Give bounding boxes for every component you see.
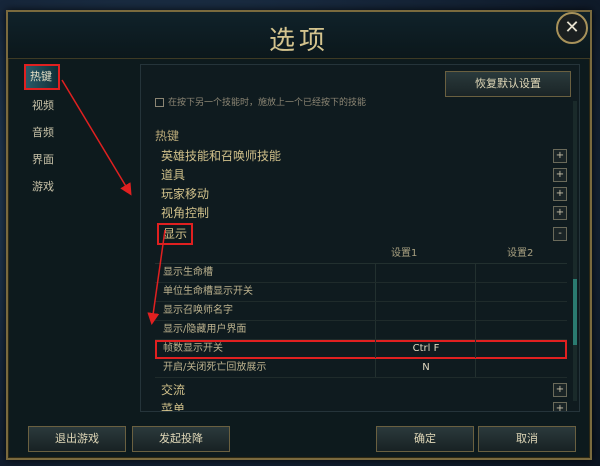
hotkey-binding-2[interactable] bbox=[475, 283, 568, 301]
hotkey-label: 显示生命槽 bbox=[163, 267, 213, 278]
column-header: 设置1 bbox=[391, 248, 418, 259]
restore-defaults-button[interactable]: 恢复默认设置 bbox=[445, 71, 571, 97]
group-label: 视角控制 bbox=[161, 206, 210, 220]
quickcast-note[interactable]: 在按下另一个技能时，施放上一个已经按下的技能 bbox=[155, 95, 366, 108]
hotkey-label: 单位生命槽显示开关 bbox=[163, 286, 253, 297]
hotkey-binding-1[interactable] bbox=[375, 283, 476, 301]
hotkey-label: 开启/关闭死亡回放展示 bbox=[163, 362, 267, 373]
scrollbar[interactable] bbox=[573, 101, 577, 401]
group-player-movement[interactable]: 玩家移动 + bbox=[155, 185, 567, 203]
hotkey-binding-2[interactable] bbox=[475, 359, 568, 377]
cancel-button[interactable]: 取消 bbox=[478, 426, 576, 452]
section-title: 热键 bbox=[155, 129, 180, 143]
group-label: 菜单 bbox=[161, 402, 186, 412]
hotkey-binding-1[interactable] bbox=[375, 302, 476, 320]
table-row: 单位生命槽显示开关 bbox=[155, 283, 567, 302]
hotkey-label: 显示/隐藏用户界面 bbox=[163, 324, 247, 335]
table-row-fps-toggle: 帧数显示开关 Ctrl F bbox=[155, 340, 567, 359]
hotkey-binding-2[interactable] bbox=[475, 340, 568, 358]
hotkey-binding-1[interactable] bbox=[375, 264, 476, 282]
close-button[interactable]: ✕ bbox=[556, 12, 588, 44]
sidebar-item-label: 游戏 bbox=[32, 180, 54, 193]
hotkey-label: 帧数显示开关 bbox=[163, 343, 223, 354]
hotkey-binding-1[interactable] bbox=[375, 321, 476, 339]
sidebar-item-label: 热键 bbox=[30, 70, 52, 83]
group-items[interactable]: 道具 + bbox=[155, 166, 567, 184]
sidebar-item-video[interactable]: 视频 bbox=[22, 95, 132, 117]
group-label: 道具 bbox=[161, 168, 186, 182]
hotkey-binding-2[interactable] bbox=[475, 264, 568, 282]
group-display[interactable]: 显示 - bbox=[155, 223, 567, 245]
table-row: 显示/隐藏用户界面 bbox=[155, 321, 567, 340]
group-label: 玩家移动 bbox=[161, 187, 210, 201]
group-camera-control[interactable]: 视角控制 + bbox=[155, 204, 567, 222]
hotkey-binding-1[interactable]: Ctrl F bbox=[375, 340, 476, 358]
group-champion-abilities[interactable]: 英雄技能和召唤师技能 + bbox=[155, 147, 567, 165]
group-label: 显示 bbox=[157, 223, 194, 245]
hotkey-binding-2[interactable] bbox=[475, 302, 568, 320]
sidebar-item-game[interactable]: 游戏 bbox=[22, 176, 132, 198]
expand-icon[interactable]: + bbox=[553, 383, 567, 397]
table-row: 显示生命槽 bbox=[155, 264, 567, 283]
sidebar-item-interface[interactable]: 界面 bbox=[22, 149, 132, 171]
sidebar-item-label: 音频 bbox=[32, 126, 54, 139]
table-header: 设置1 设置2 bbox=[155, 245, 567, 264]
hotkey-binding-2[interactable] bbox=[475, 321, 568, 339]
table-row: 显示召唤师名字 bbox=[155, 302, 567, 321]
table-row: 开启/关闭死亡回放展示 N bbox=[155, 359, 567, 378]
expand-icon[interactable]: + bbox=[553, 168, 567, 182]
group-communication[interactable]: 交流 + bbox=[155, 381, 567, 399]
collapse-icon[interactable]: - bbox=[553, 227, 567, 241]
close-icon: ✕ bbox=[564, 17, 580, 38]
hotkey-label: 显示召唤师名字 bbox=[163, 305, 233, 316]
note-text: 在按下另一个技能时，施放上一个已经按下的技能 bbox=[168, 98, 367, 108]
sidebar-item-label: 界面 bbox=[32, 153, 54, 166]
hotkey-binding-1[interactable]: N bbox=[375, 359, 476, 377]
hotkey-settings-panel: 恢复默认设置 在按下另一个技能时，施放上一个已经按下的技能 热键 英雄技能和召唤… bbox=[140, 64, 580, 412]
surrender-button[interactable]: 发起投降 bbox=[132, 426, 230, 452]
group-label: 英雄技能和召唤师技能 bbox=[161, 149, 282, 163]
group-menu[interactable]: 菜单 + bbox=[155, 400, 567, 412]
group-label: 交流 bbox=[161, 383, 186, 397]
quit-game-button[interactable]: 退出游戏 bbox=[28, 426, 126, 452]
expand-icon[interactable]: + bbox=[553, 206, 567, 220]
title-bar: 选项 bbox=[8, 12, 590, 59]
checkbox[interactable] bbox=[155, 98, 164, 107]
expand-icon[interactable]: + bbox=[553, 402, 567, 411]
scrollbar-thumb[interactable] bbox=[573, 279, 577, 345]
sidebar-item-audio[interactable]: 音频 bbox=[22, 122, 132, 144]
sidebar-item-label: 视频 bbox=[32, 99, 54, 112]
sidebar-item-hotkeys[interactable]: 热键 bbox=[24, 64, 60, 90]
options-window: 选项 ✕ 热键 视频 音频 界面 游戏 恢复默认设置 在按下另一个技能时，施放上… bbox=[6, 10, 592, 460]
column-header: 设置2 bbox=[507, 248, 534, 259]
sidebar: 热键 视频 音频 界面 游戏 bbox=[22, 64, 132, 203]
window-title: 选项 bbox=[268, 26, 329, 56]
display-hotkey-table: 设置1 设置2 显示生命槽 单位生命槽显示开关 显示召唤师名字 显示/隐藏用户界… bbox=[155, 245, 567, 378]
expand-icon[interactable]: + bbox=[553, 187, 567, 201]
expand-icon[interactable]: + bbox=[553, 149, 567, 163]
ok-button[interactable]: 确定 bbox=[376, 426, 474, 452]
